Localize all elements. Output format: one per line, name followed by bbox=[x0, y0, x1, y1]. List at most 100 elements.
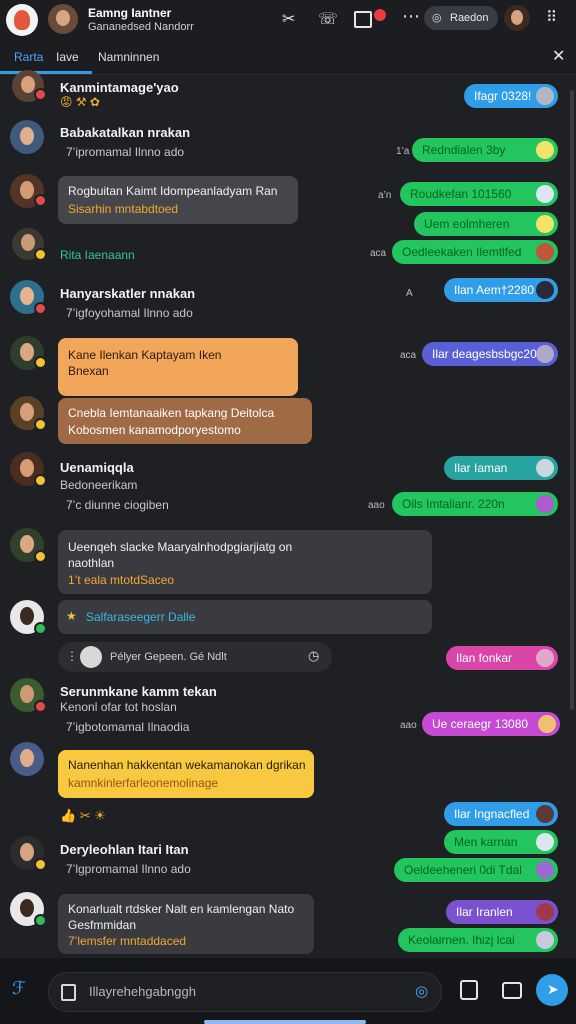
close-icon[interactable]: ✕ bbox=[552, 46, 565, 66]
outgoing-message[interactable]: Redndialen 3by bbox=[412, 138, 558, 162]
outgoing-message[interactable]: Ilar Iaman bbox=[444, 456, 558, 480]
chat-title: Eamng Iantner bbox=[88, 6, 172, 20]
message-sender: Uenamiqqla bbox=[60, 460, 134, 475]
tab-active-indicator bbox=[0, 71, 92, 74]
message-text: Ilar Iaman bbox=[454, 461, 508, 475]
user-avatar[interactable] bbox=[504, 5, 530, 31]
phone-icon[interactable]: ☏ bbox=[318, 9, 338, 29]
outgoing-message[interactable]: Oeldeeheneri 0di Tdal bbox=[394, 858, 558, 882]
message-preview: 7’ipromamal Ilnno ado bbox=[66, 145, 185, 159]
chat-subtitle: Gananedsed Nandorr bbox=[88, 21, 194, 33]
status-dot bbox=[34, 194, 47, 207]
outgoing-message[interactable]: Ifagr 0328! bbox=[464, 84, 558, 108]
message-input[interactable]: Illayrehehgabnggh ◎ bbox=[48, 972, 442, 1012]
message-bubble[interactable]: Konarlualt rtdsker Nalt en kamlengan Nat… bbox=[58, 894, 314, 954]
search-label: Raedon bbox=[450, 12, 489, 24]
reply-chip[interactable]: ⋮ Pélyer Gepeen. Gé Ndlt ◷ bbox=[58, 642, 332, 672]
pinned-text: Salfaraseegerr Dalle bbox=[86, 610, 196, 624]
message-text: Roudkefan 101560 bbox=[410, 187, 512, 201]
status-dot bbox=[34, 356, 47, 369]
app-logo[interactable] bbox=[6, 4, 38, 36]
reaction-emojis: 😡 ⚒ ✿ bbox=[60, 95, 100, 109]
photo-icon[interactable] bbox=[354, 11, 372, 28]
message-subtext: 1’t eala mtotdSaceo bbox=[68, 573, 175, 587]
pinned-message[interactable]: ★ Salfaraseegerr Dalle bbox=[58, 600, 432, 634]
outgoing-message[interactable]: Ilan fonkar bbox=[446, 646, 558, 670]
reaction-icon bbox=[536, 459, 554, 477]
message-text: Rogbuitan Kaimt Idompeanladyam Ran bbox=[68, 184, 278, 198]
outgoing-message[interactable]: Ue ceraegr 13080 bbox=[422, 712, 560, 736]
message-text: Ue ceraegr 13080 bbox=[432, 717, 529, 731]
reaction-icon bbox=[536, 141, 554, 159]
apps-icon[interactable]: ℱ bbox=[12, 978, 26, 999]
outgoing-message[interactable]: Ilar Iranlen bbox=[446, 900, 558, 924]
message-bubble[interactable]: Kane Ilenkan Kaptayam Iken Bnexan bbox=[58, 338, 298, 396]
home-indicator bbox=[204, 1020, 366, 1024]
reaction-emojis: 👍 ✂ ☀ bbox=[60, 808, 106, 823]
message-bubble[interactable]: Cnebla Iemtanaaiken tapkang Deitolca Kob… bbox=[58, 398, 312, 444]
message-text: Uem eolmheren bbox=[424, 217, 510, 231]
outgoing-message[interactable]: Ilar Ingnacfled bbox=[444, 802, 558, 826]
tab-bar: Rarta Iave Namninnen ✕ bbox=[0, 38, 576, 75]
more-options-icon[interactable]: ⋯ bbox=[402, 6, 420, 27]
search-button[interactable]: ◎ Raedon bbox=[424, 6, 498, 30]
timestamp: a’n bbox=[378, 190, 392, 201]
message-preview: Bedoneerikam bbox=[60, 478, 138, 492]
timestamp: 1’a bbox=[396, 146, 410, 157]
tab-namninnen[interactable]: Namninnen bbox=[98, 50, 159, 64]
grid-menu-icon[interactable]: ⠿ bbox=[546, 8, 557, 26]
scrollbar[interactable] bbox=[570, 90, 574, 710]
avatar[interactable] bbox=[10, 120, 44, 154]
timestamp: aca bbox=[370, 248, 387, 259]
message-sender: Serunmkane kamm tekan bbox=[60, 684, 217, 699]
outgoing-message[interactable]: Oedleekaken Ilemtlfed bbox=[392, 240, 558, 264]
reaction-icon bbox=[536, 345, 554, 363]
message-placeholder: Illayrehehgabnggh bbox=[89, 984, 196, 999]
attachment-icon[interactable] bbox=[460, 980, 478, 1000]
message-sender: Hanyarskatler nnakan bbox=[60, 286, 196, 301]
reaction-icon bbox=[536, 185, 554, 203]
compass-icon[interactable]: ◎ bbox=[415, 982, 428, 1000]
profile-avatar[interactable] bbox=[48, 4, 78, 34]
reaction-icon bbox=[536, 281, 554, 299]
outgoing-message[interactable]: Roudkefan 101560 bbox=[400, 182, 558, 206]
message-text: Konarlualt rtdsker Nalt en kamlengan Nat… bbox=[68, 902, 295, 916]
reaction-icon bbox=[536, 243, 554, 261]
message-bubble[interactable]: Nanenhan hakkentan wekamanokan dgrikan k… bbox=[58, 750, 314, 798]
outgoing-message[interactable]: Oils Imtalianr. 220n bbox=[392, 492, 558, 516]
message-subtext: Sisarhin mntabdtoed bbox=[68, 202, 179, 216]
scissors-icon[interactable]: ✂ bbox=[282, 9, 295, 29]
message-text: Kane Ilenkan Kaptayam Iken bbox=[68, 348, 222, 362]
message-text: Ilar Ingnacfled bbox=[454, 807, 530, 821]
tab-iave[interactable]: Iave bbox=[56, 50, 79, 64]
message-text: Redndialen 3by bbox=[422, 143, 506, 157]
message-preview: 7’c diunne ciogiben bbox=[66, 498, 169, 512]
outgoing-message[interactable]: Uem eolmheren bbox=[414, 212, 558, 236]
notification-badge bbox=[374, 9, 386, 21]
outgoing-message[interactable]: Ilan Aem†2280 bbox=[444, 278, 558, 302]
message-subtext: kamnkinlerfarleonemolinage bbox=[68, 776, 219, 790]
timestamp: aao bbox=[368, 500, 385, 511]
message-preview: 7’lgpromamal Ilnno ado bbox=[66, 862, 191, 876]
avatar[interactable] bbox=[10, 742, 44, 776]
outgoing-message[interactable]: Ilar deagesbsbgc20 bbox=[422, 342, 558, 366]
outgoing-message[interactable]: Keolairnen. Ihizj lcai bbox=[398, 928, 558, 952]
reaction-icon bbox=[536, 215, 554, 233]
send-button[interactable]: ➤ bbox=[536, 974, 568, 1006]
camera-icon[interactable] bbox=[502, 982, 522, 999]
message-sender: Deryleohlan Itari Itan bbox=[60, 842, 189, 857]
message-bubble[interactable]: Rogbuitan Kaimt Idompeanladyam Ran Sisar… bbox=[58, 176, 298, 224]
message-text: Ilan fonkar bbox=[456, 651, 513, 665]
message-preview: 7’igfoyohamal Ilnno ado bbox=[66, 306, 193, 320]
message-preview: Kenonl ofar tot hoslan bbox=[60, 700, 177, 714]
reaction-icon bbox=[536, 833, 554, 851]
reaction-icon bbox=[536, 903, 554, 921]
message-bubble[interactable]: Ueenqeh slacke Maaryalnhodpgiarjiatg on … bbox=[58, 530, 432, 594]
more-icon: ⋮ bbox=[66, 649, 78, 663]
message-text: Oedleekaken Ilemtlfed bbox=[402, 245, 522, 259]
tab-rarta[interactable]: Rarta bbox=[14, 50, 43, 64]
composer-bar: ℱ Illayrehehgabnggh ◎ ➤ bbox=[0, 958, 576, 1024]
message-text: Nanenhan hakkentan wekamanokan dgrikan bbox=[68, 758, 306, 772]
status-dot bbox=[34, 474, 47, 487]
outgoing-message[interactable]: Men karnan bbox=[444, 830, 558, 854]
